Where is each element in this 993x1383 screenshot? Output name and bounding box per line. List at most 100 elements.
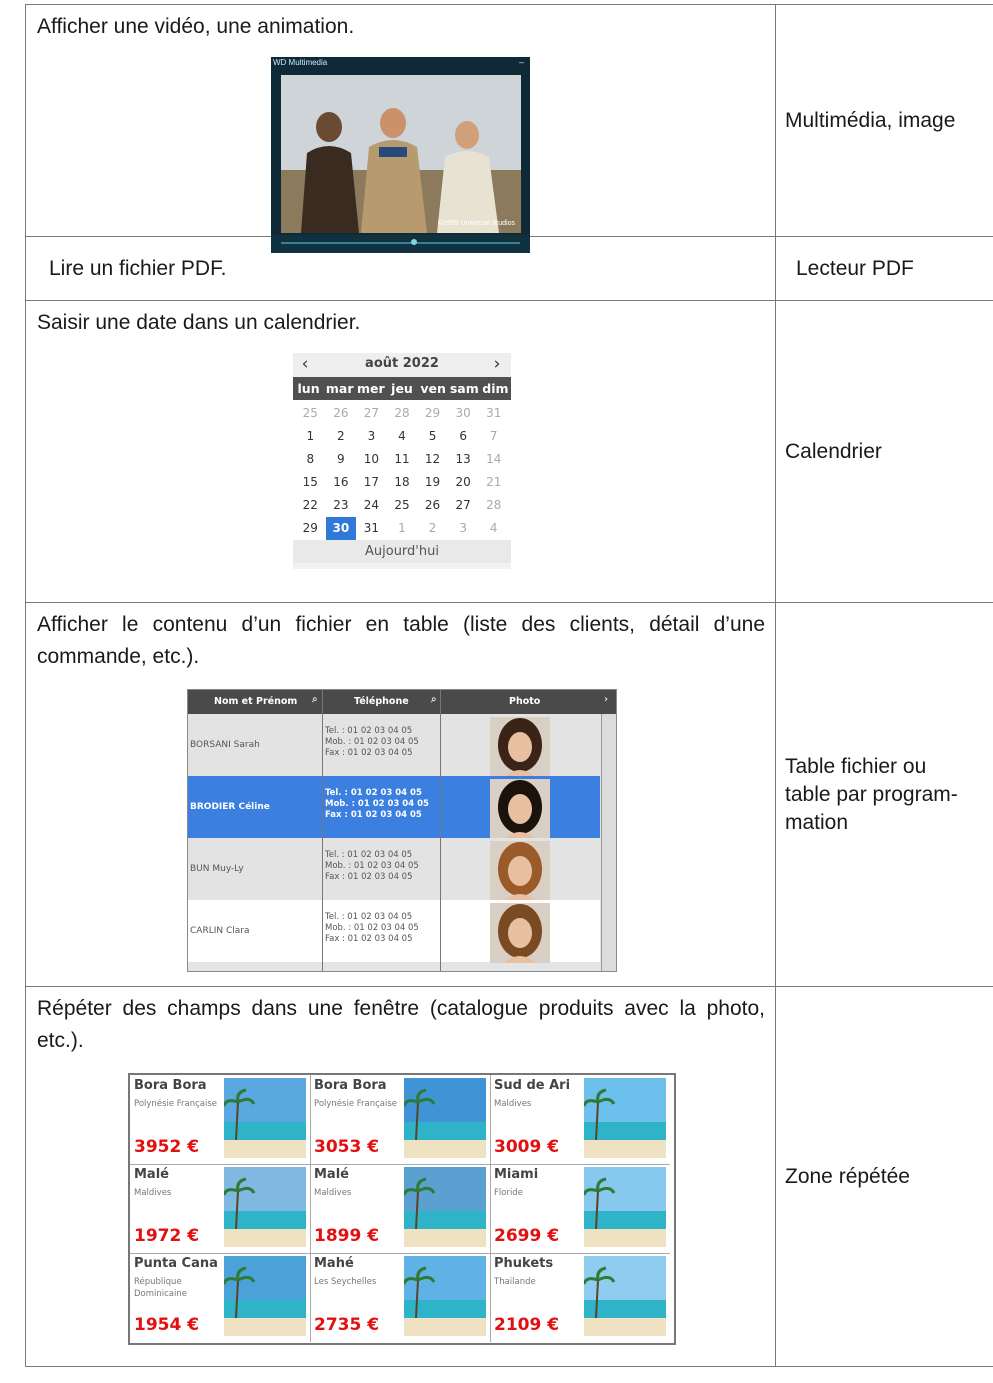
calendar-day[interactable]: 21 xyxy=(478,471,509,494)
phone-mob: Mob. : 01 02 03 04 05 xyxy=(325,923,419,933)
chevron-right-icon[interactable]: › xyxy=(604,694,608,705)
repeated-zone[interactable]: Bora Bora Polynésie Française 3952 € Bora B… xyxy=(128,1073,676,1345)
destination-photo xyxy=(404,1256,486,1336)
catalog-item[interactable]: Sud de Ari Maldives 3009 € xyxy=(490,1075,670,1165)
destination-name: Malé xyxy=(314,1167,349,1182)
table-scrollbar[interactable] xyxy=(601,714,616,971)
table-row[interactable]: BRODIER Céline Tel. : 01 02 03 04 05 Mob. … xyxy=(188,776,600,839)
client-phones: Tel. : 01 02 03 04 05 Mob. : 01 02 03 04 … xyxy=(325,726,419,759)
calendar-day[interactable]: 23 xyxy=(326,494,357,517)
destination-region: Polynésie Française xyxy=(314,1099,398,1109)
table-row[interactable]: CARLIN Clara Tel. : 01 02 03 04 05 Mob. : … xyxy=(188,900,600,963)
catalog-item[interactable]: Punta Cana République Dominicaine 1954 € xyxy=(130,1253,311,1342)
calendar-day[interactable]: 9 xyxy=(326,448,357,471)
calendar-day[interactable]: 24 xyxy=(356,494,387,517)
destination-price: 3952 € xyxy=(134,1137,200,1157)
table-header: Nom et Prénom ⌕ Téléphone ⌕ Photo › xyxy=(188,690,616,714)
destination-photo xyxy=(224,1256,306,1336)
destination-price: 3053 € xyxy=(314,1137,380,1157)
destination-photo xyxy=(224,1167,306,1247)
calendar-day[interactable]: 16 xyxy=(326,471,357,494)
file-table[interactable]: Nom et Prénom ⌕ Téléphone ⌕ Photo › BORS… xyxy=(187,689,617,972)
destination-region: Polynésie Française xyxy=(134,1099,218,1109)
feature-name: Zone répétée xyxy=(785,1164,910,1188)
calendar-day[interactable]: 18 xyxy=(387,471,418,494)
destination-name: Sud de Ari xyxy=(494,1078,571,1093)
search-icon[interactable]: ⌕ xyxy=(431,694,437,705)
table-row[interactable]: BUN Muy-Ly Tel. : 01 02 03 04 05 Mob. : 01… xyxy=(188,838,600,901)
client-photo xyxy=(490,717,550,777)
calendar-day[interactable]: 25 xyxy=(387,494,418,517)
column-header-photo[interactable]: Photo xyxy=(509,696,540,707)
catalog-item[interactable]: Malé Maldives 1899 € xyxy=(310,1164,491,1254)
calendar-day[interactable]: 3 xyxy=(356,425,387,448)
phone-mob: Mob. : 01 02 03 04 05 xyxy=(325,799,429,809)
video-frame[interactable]: ©1999 Universal Studios xyxy=(281,75,521,233)
catalog-item[interactable]: Phukets Thailande 2109 € xyxy=(490,1253,670,1342)
calendar-widget[interactable]: ‹ août 2022 › lun mar mer jeu ven sam dim 25 26… xyxy=(293,353,511,569)
phone-tel: Tel. : 01 02 03 04 05 xyxy=(325,726,413,736)
calendar-day[interactable]: 19 xyxy=(417,471,448,494)
calendar-day[interactable]: 31 xyxy=(356,517,387,540)
calendar-day[interactable]: 27 xyxy=(356,402,387,425)
feature-name: Calendrier xyxy=(785,439,882,463)
calendar-day[interactable]: 5 xyxy=(417,425,448,448)
phone-fax: Fax : 01 02 03 04 05 xyxy=(325,810,422,820)
catalog-item[interactable]: Bora Bora Polynésie Française 3952 € xyxy=(130,1075,311,1165)
calendar-day[interactable]: 29 xyxy=(295,517,326,540)
feature-cell: Calendrier xyxy=(775,300,993,603)
destination-region: Maldives xyxy=(314,1188,352,1198)
feature-row-repeated-zone: Répéter des champs dans une fenêtre (cat… xyxy=(25,986,993,1367)
client-photo xyxy=(490,841,550,901)
calendar-day[interactable]: 4 xyxy=(478,517,509,540)
chevron-right-icon[interactable]: › xyxy=(487,354,507,374)
calendar-day[interactable]: 25 xyxy=(295,402,326,425)
calendar-day[interactable]: 4 xyxy=(387,425,418,448)
table-row[interactable]: BORSANI Sarah Tel. : 01 02 03 04 05 Mob. :… xyxy=(188,714,600,777)
calendar-day[interactable]: 13 xyxy=(448,448,479,471)
client-name: BUN Muy-Ly xyxy=(190,864,244,874)
minimize-icon[interactable]: – xyxy=(519,57,524,67)
destination-region: Maldives xyxy=(134,1188,172,1198)
today-button[interactable]: Aujourd'hui xyxy=(293,540,511,563)
calendar-day[interactable]: 27 xyxy=(448,494,479,517)
destination-price: 1972 € xyxy=(134,1226,200,1246)
feature-row-multimedia: Afficher une vidéo, une animation. WD Mu… xyxy=(25,4,993,253)
catalog-item[interactable]: Miami Floride 2699 € xyxy=(490,1164,670,1254)
calendar-day[interactable]: 11 xyxy=(387,448,418,471)
calendar-day[interactable]: 29 xyxy=(417,402,448,425)
destination-region: Floride xyxy=(494,1188,523,1198)
multimedia-player[interactable]: WD Multimedia – ©1999 Universal Studios xyxy=(271,57,530,253)
calendar-day[interactable]: 26 xyxy=(326,402,357,425)
calendar-day[interactable]: 14 xyxy=(478,448,509,471)
calendar-day[interactable]: 31 xyxy=(478,402,509,425)
calendar-day[interactable]: 22 xyxy=(295,494,326,517)
search-icon[interactable]: ⌕ xyxy=(312,694,318,705)
calendar-day[interactable]: 6 xyxy=(448,425,479,448)
calendar-day[interactable]: 2 xyxy=(326,425,357,448)
catalog-item[interactable]: Malé Maldives 1972 € xyxy=(130,1164,311,1254)
calendar-day[interactable]: 12 xyxy=(417,448,448,471)
catalog-item[interactable]: Bora Bora Polynésie Française 3053 € xyxy=(310,1075,491,1165)
calendar-day[interactable]: 15 xyxy=(295,471,326,494)
calendar-day[interactable]: 20 xyxy=(448,471,479,494)
copyright-text: ©1999 Universal Studios xyxy=(437,220,515,227)
calendar-day[interactable]: 2 xyxy=(417,517,448,540)
calendar-day[interactable]: 17 xyxy=(356,471,387,494)
catalog-item[interactable]: Mahé Les Seychelles 2735 € xyxy=(310,1253,491,1342)
calendar-day[interactable]: 28 xyxy=(387,402,418,425)
feature-table: Afficher une vidéo, une animation. WD Mu… xyxy=(25,4,993,1367)
calendar-day[interactable]: 1 xyxy=(295,425,326,448)
column-header-name[interactable]: Nom et Prénom xyxy=(214,696,297,707)
calendar-day[interactable]: 26 xyxy=(417,494,448,517)
calendar-day[interactable]: 3 xyxy=(448,517,479,540)
calendar-day[interactable]: 10 xyxy=(356,448,387,471)
calendar-day[interactable]: 28 xyxy=(478,494,509,517)
calendar-day[interactable]: 30 xyxy=(325,517,357,540)
phone-tel: Tel. : 01 02 03 04 05 xyxy=(325,850,413,860)
column-header-phone[interactable]: Téléphone xyxy=(354,696,409,707)
calendar-day[interactable]: 8 xyxy=(295,448,326,471)
calendar-day[interactable]: 7 xyxy=(478,425,509,448)
calendar-day[interactable]: 1 xyxy=(387,517,418,540)
calendar-day[interactable]: 30 xyxy=(448,402,479,425)
